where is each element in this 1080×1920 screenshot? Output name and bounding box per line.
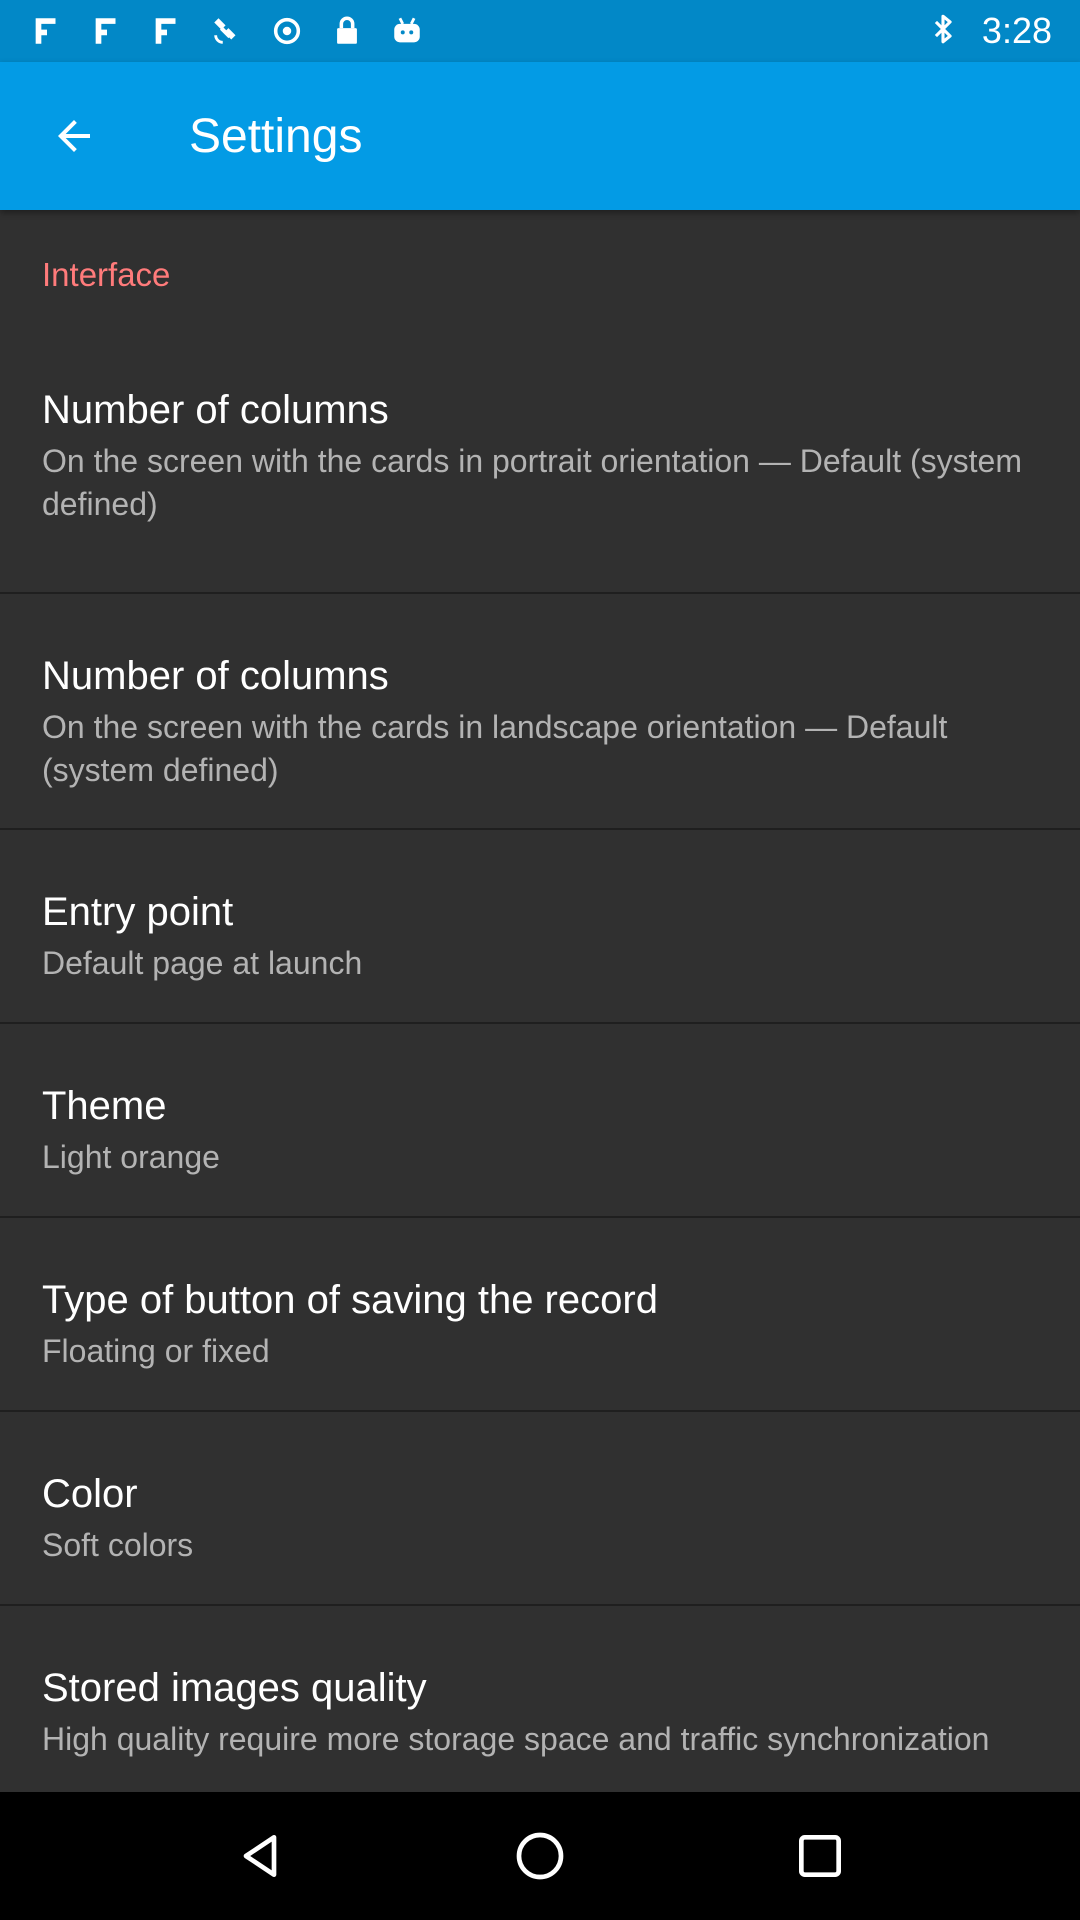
nav-recents-button[interactable] bbox=[770, 1806, 870, 1906]
satellite-icon bbox=[208, 12, 246, 50]
notification-icon bbox=[88, 12, 126, 50]
bluetooth-icon bbox=[926, 12, 960, 51]
settings-list[interactable]: Interface Number of columns On the screen… bbox=[0, 210, 1080, 1792]
pref-title: Number of columns bbox=[42, 388, 389, 432]
android-icon bbox=[388, 12, 426, 50]
pref-summary: On the screen with the cards in portrait… bbox=[42, 443, 1022, 522]
pref-entry-point[interactable]: Entry point Default page at launch bbox=[0, 830, 1080, 1024]
nav-back-button[interactable] bbox=[210, 1806, 310, 1906]
pref-color[interactable]: Color Soft colors bbox=[0, 1412, 1080, 1606]
section-header-interface: Interface bbox=[42, 256, 171, 293]
pref-save-button-type[interactable]: Type of button of saving the record Float… bbox=[0, 1218, 1080, 1412]
pref-summary: Default page at launch bbox=[42, 945, 363, 981]
pref-summary: On the screen with the cards in landscap… bbox=[42, 709, 948, 788]
status-bar: 3:28 bbox=[0, 0, 1080, 62]
back-icon bbox=[243, 1835, 277, 1877]
home-icon bbox=[516, 1832, 564, 1880]
sync-icon bbox=[268, 12, 306, 50]
pref-summary: Light orange bbox=[42, 1139, 220, 1175]
status-icons bbox=[28, 12, 426, 50]
app-bar: Settings bbox=[0, 62, 1080, 210]
notification-icon bbox=[28, 12, 66, 50]
pref-title: Entry point bbox=[42, 890, 234, 934]
pref-columns-landscape[interactable]: Number of columns On the screen with the … bbox=[0, 594, 1080, 830]
pref-title: Type of button of saving the record bbox=[42, 1278, 658, 1322]
back-button[interactable] bbox=[0, 62, 148, 210]
status-right: 3:28 bbox=[926, 10, 1052, 52]
arrow-left-icon bbox=[58, 120, 90, 152]
pref-title: Theme bbox=[42, 1084, 167, 1128]
nav-home-button[interactable] bbox=[490, 1806, 590, 1906]
notification-icon bbox=[148, 12, 186, 50]
pref-summary: Floating or fixed bbox=[42, 1333, 270, 1369]
pref-theme[interactable]: Theme Light orange bbox=[0, 1024, 1080, 1218]
pref-title: Color bbox=[42, 1472, 138, 1516]
pref-title: Stored images quality bbox=[42, 1666, 427, 1710]
pref-title: Number of columns bbox=[42, 654, 389, 698]
pref-summary: High quality require more storage space … bbox=[42, 1721, 990, 1757]
navigation-bar bbox=[0, 1792, 1080, 1920]
pref-columns-portrait[interactable]: Number of columns On the screen with the … bbox=[0, 338, 1080, 594]
pref-images-quality[interactable]: Stored images quality High quality requir… bbox=[0, 1606, 1080, 1792]
recents-icon bbox=[799, 1835, 841, 1877]
pref-summary: Soft colors bbox=[42, 1527, 194, 1563]
page-title: Settings bbox=[189, 109, 363, 163]
lock-icon bbox=[328, 12, 366, 50]
status-clock: 3:28 bbox=[981, 10, 1052, 51]
